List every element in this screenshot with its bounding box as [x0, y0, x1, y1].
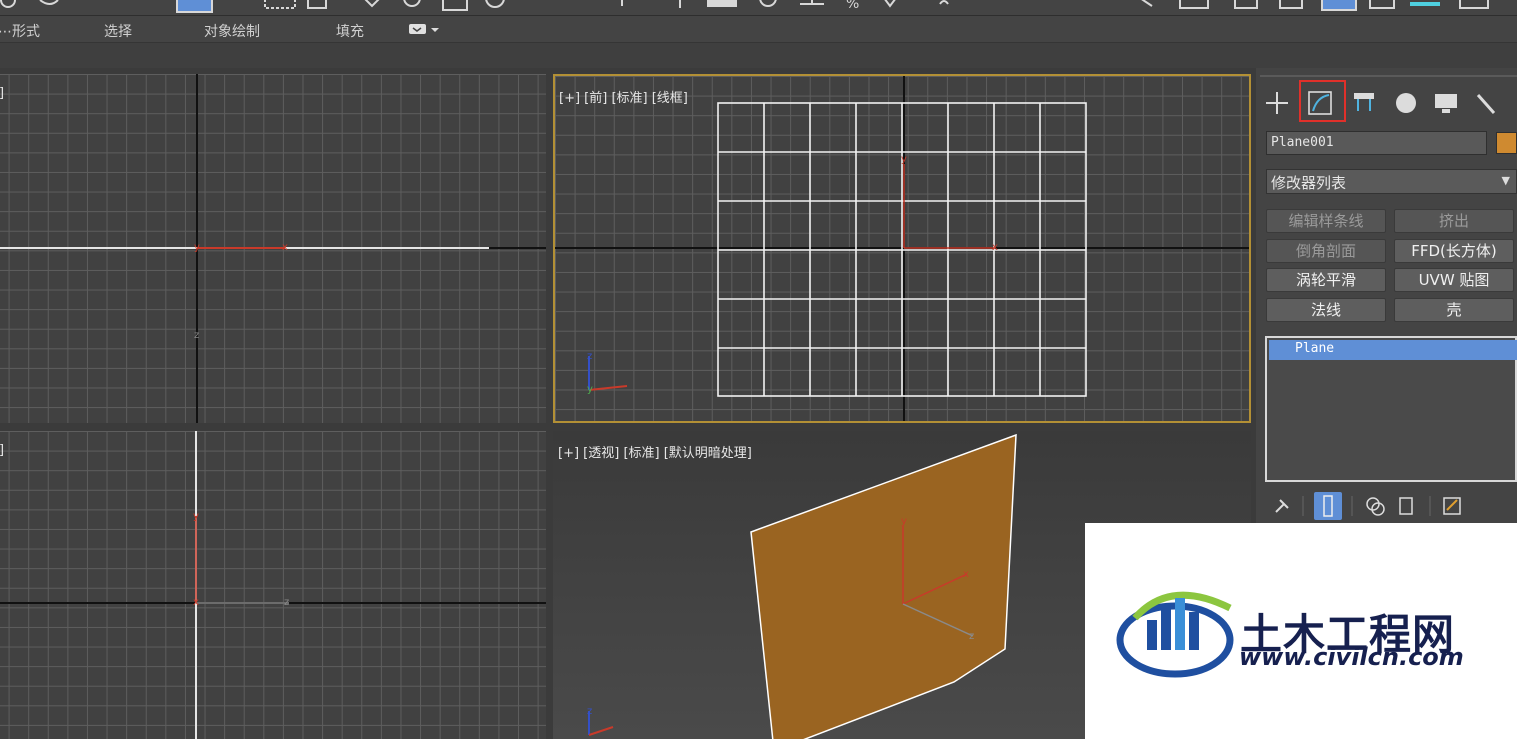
3dsmax-window: % ⋯形式 选择 对象绘制 填充 ] y x z [+] [前] [标准] [线…	[0, 0, 1517, 739]
modifier-stack-tools	[1266, 490, 1517, 522]
svg-text:z: z	[284, 597, 289, 608]
main-toolbar: %	[0, 0, 1517, 16]
angle-snap-icon	[707, 0, 737, 7]
watermark-logo: 土木工程网 www.civilcn.com	[1085, 523, 1517, 739]
percent-snap-icon	[759, 0, 777, 7]
motion-icon[interactable]	[1396, 93, 1416, 113]
ribbon-item-populate[interactable]: 填充	[336, 21, 364, 41]
select-object-icon	[176, 0, 213, 13]
axis-label-x: x	[992, 242, 998, 253]
axis-label-z: z	[194, 330, 199, 341]
display-icon[interactable]	[1435, 94, 1457, 113]
spinner-snap-icon	[800, 0, 824, 5]
render-icon	[1459, 0, 1489, 9]
placement-icon	[485, 0, 505, 8]
modifier-button-ffd-box[interactable]: FFD(长方体)	[1394, 239, 1514, 263]
make-unique-icon[interactable]	[1366, 497, 1385, 516]
object-color-swatch[interactable]	[1496, 132, 1517, 154]
modifier-button-normal[interactable]: 法线	[1266, 298, 1386, 322]
rotate-icon	[403, 0, 421, 7]
configure-modifier-sets-icon[interactable]	[1443, 497, 1461, 515]
command-panel-tabs	[1260, 75, 1517, 122]
axis-label-x: x	[282, 242, 288, 253]
modifier-list-dropdown[interactable]: 修改器列表 ▼	[1266, 169, 1517, 194]
ribbon-item-polygon-modeling[interactable]: ⋯形式	[0, 21, 40, 41]
window-crossing-icon	[307, 0, 327, 9]
redo-icon	[39, 0, 59, 5]
material-editor-icon	[1321, 0, 1357, 11]
viewport-front[interactable]: [+] [前] [标准] [线框] x y z y	[553, 74, 1251, 423]
axis-label-y: y	[901, 154, 907, 165]
mirror-icon	[939, 0, 949, 5]
undo-icon	[0, 0, 16, 8]
modifier-button-shell[interactable]: 壳	[1394, 298, 1514, 322]
axis-label-y: y	[194, 242, 200, 253]
stack-tool-icons	[1275, 492, 1461, 520]
hierarchy-icon[interactable]	[1354, 93, 1374, 111]
watermark-site-url: www.civilcn.com	[1239, 643, 1464, 671]
ribbon: ⋯形式 选择 对象绘制 填充	[0, 16, 1517, 42]
modifier-button-extrude[interactable]: 挤出	[1394, 209, 1514, 233]
viewport-top[interactable]: ] y x z	[0, 74, 546, 423]
remove-modifier-icon[interactable]	[1399, 497, 1413, 515]
modify-icon[interactable]	[1308, 91, 1332, 115]
create-icon[interactable]	[1266, 92, 1288, 114]
modifier-stack-item[interactable]: Plane	[1269, 340, 1517, 360]
modifier-button-edit-spline[interactable]: 编辑样条线	[1266, 209, 1386, 233]
align-icon	[1141, 0, 1153, 7]
modifier-list-label: 修改器列表	[1271, 174, 1347, 192]
render-setup-icon	[1369, 0, 1395, 9]
edit-named-icon	[884, 0, 896, 8]
modifier-button-uvw-map[interactable]: UVW 贴图	[1394, 268, 1514, 292]
pin-stack-icon[interactable]	[1275, 499, 1289, 513]
chevron-down-icon: ▼	[1501, 174, 1510, 187]
modifier-stack: Plane	[1265, 336, 1517, 482]
svg-text:x: x	[963, 569, 969, 580]
svg-text:x: x	[193, 597, 199, 608]
move-icon	[364, 0, 380, 8]
modifier-button-turbosmooth[interactable]: 涡轮平滑	[1266, 268, 1386, 292]
ribbon-options-icon[interactable]	[408, 23, 442, 37]
percent-icon: %	[846, 0, 859, 12]
svg-text:y: y	[901, 516, 907, 527]
viewcube-axis-tripod: z y	[587, 351, 628, 395]
ribbon-panel-strip	[0, 42, 1517, 68]
plane-object	[750, 433, 1017, 739]
svg-text:z: z	[969, 631, 974, 642]
svg-text:z: z	[587, 706, 592, 717]
utilities-icon[interactable]	[1476, 94, 1496, 114]
modifier-button-bevel-profile[interactable]: 倒角剖面	[1266, 239, 1386, 263]
viewport-front-grid-axes: x y z y	[555, 76, 1249, 421]
toolbar-icons: %	[0, 0, 1489, 13]
plane-wireframe	[717, 102, 1087, 397]
ribbon-item-object-paint[interactable]: 对象绘制	[204, 21, 260, 41]
modify-tab-highlight	[1299, 80, 1346, 122]
scale-icon	[442, 0, 468, 11]
svg-text:z: z	[587, 351, 592, 362]
viewport-top-grid-axes: y x z	[0, 74, 546, 423]
viewport-left-grid-axes: y x z	[0, 431, 546, 739]
layer-icon	[1179, 0, 1209, 9]
object-name-field[interactable]: Plane001	[1266, 131, 1487, 155]
graph-icon	[1279, 0, 1303, 9]
ribbon-item-selection[interactable]: 选择	[104, 21, 132, 41]
viewport-left[interactable]: ] y x z	[0, 431, 546, 739]
svg-text:y: y	[587, 384, 593, 395]
viewcube-axis-tripod: z	[587, 706, 614, 736]
svg-text:y: y	[193, 511, 199, 522]
scene-explorer-icon	[1234, 0, 1258, 9]
civilcn-logo-icon	[1116, 591, 1234, 678]
rect-region-icon	[264, 0, 296, 9]
